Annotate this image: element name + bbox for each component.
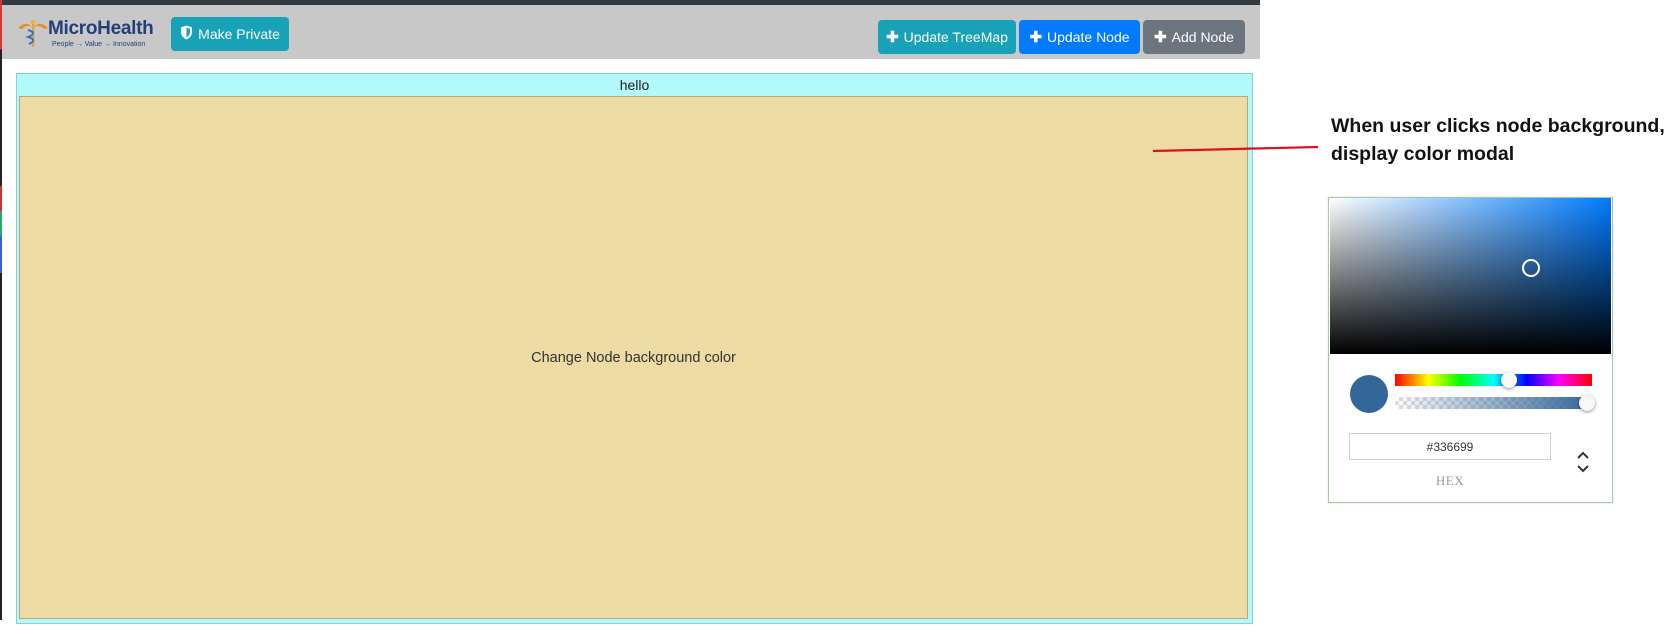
shield-icon xyxy=(180,25,193,43)
annotation-note: When user clicks node background, displa… xyxy=(1331,115,1665,165)
child-node-label: Change Node background color xyxy=(531,349,736,366)
caduceus-icon xyxy=(18,19,48,47)
annotation-arrow-line xyxy=(1152,145,1319,153)
make-private-button[interactable]: Make Private xyxy=(171,17,289,51)
app-header: MicroHealth People → Value → Innovation … xyxy=(2,5,1260,59)
treemap-child-node[interactable]: Change Node background color xyxy=(19,96,1248,619)
update-treemap-button[interactable]: ✚ Update TreeMap xyxy=(878,20,1016,54)
color-preview-swatch xyxy=(1350,375,1388,413)
logo-name: MicroHealth xyxy=(48,18,154,39)
add-node-label: Add Node xyxy=(1171,29,1234,45)
plus-icon: ✚ xyxy=(1029,28,1043,46)
saturation-value-field[interactable] xyxy=(1330,198,1611,354)
microhealth-logo[interactable]: MicroHealth People → Value → Innovation xyxy=(16,16,156,52)
make-private-label: Make Private xyxy=(198,26,280,42)
color-mode-label: HEX xyxy=(1435,473,1465,488)
update-treemap-label: Update TreeMap xyxy=(903,29,1008,45)
update-node-button[interactable]: ✚ Update Node xyxy=(1019,20,1140,54)
hue-slider-handle[interactable] xyxy=(1501,372,1517,388)
color-picker-modal: HEX xyxy=(1328,197,1613,503)
logo-tagline: People → Value → Innovation xyxy=(52,41,146,48)
treemap-root-node[interactable]: hello Change Node background color xyxy=(16,73,1253,624)
update-node-label: Update Node xyxy=(1047,29,1130,45)
plus-icon: ✚ xyxy=(1154,28,1167,46)
add-node-button[interactable]: ✚ Add Node xyxy=(1143,20,1245,54)
alpha-slider[interactable] xyxy=(1395,395,1595,411)
plus-icon: ✚ xyxy=(886,28,899,46)
screenshot: MicroHealth People → Value → Innovation … xyxy=(0,0,1675,634)
hue-slider[interactable] xyxy=(1395,372,1592,388)
chevron-up-down-icon[interactable] xyxy=(1575,448,1591,476)
saturation-value-cursor[interactable] xyxy=(1522,259,1540,277)
treemap-app-window: MicroHealth People → Value → Innovation … xyxy=(2,0,1260,634)
hex-value-input[interactable] xyxy=(1349,433,1551,460)
alpha-slider-handle[interactable] xyxy=(1579,395,1595,411)
root-node-label: hello xyxy=(619,77,650,93)
